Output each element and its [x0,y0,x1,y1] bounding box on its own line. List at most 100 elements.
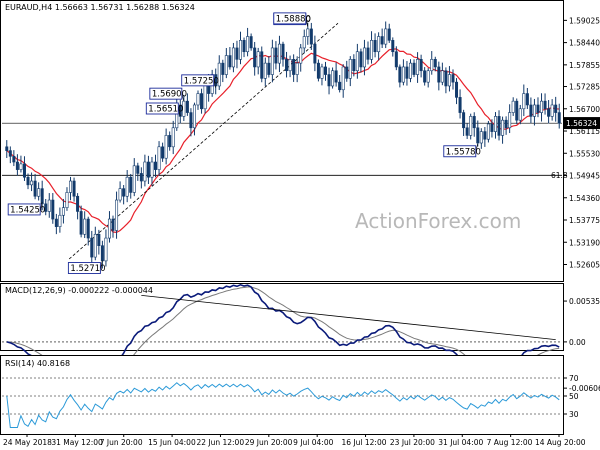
candle-body [22,163,26,178]
time-axis-label: 7 Aug 12:00 [487,438,533,447]
candle-body [536,104,540,113]
candle-body [313,43,317,64]
macd-axis-label: 0.00535 [569,297,600,306]
macd-header: MACD(12,26,9) -0.000222 -0.000044 [5,286,153,295]
annotation-label: 1.55780 [446,147,481,157]
candle-body [19,163,23,170]
candle-body [370,40,374,60]
candle-body [486,123,490,140]
chart-canvas: ActionForex.com 1.588601.588801.569001.5… [0,0,600,447]
time-axis-label: 7 Jun 20:00 [100,438,143,447]
candle-body [398,66,402,83]
candle-body [327,74,331,87]
candle-body [465,127,469,136]
candle-body [115,199,119,231]
candle-body [331,70,335,87]
candle-body [150,161,154,178]
candle-body [69,180,73,193]
candle-body [221,62,225,75]
candle-body [239,40,243,60]
candle-body [192,104,196,129]
candle-body [476,127,480,144]
candle-body [348,59,352,79]
price-axis-label: 1.57285 [569,83,600,92]
candle-body [472,116,476,129]
candle-body [154,161,158,170]
candle-body [104,237,108,262]
candle-body [90,237,94,258]
candle-body [161,146,165,159]
candle-body [504,119,508,129]
candle-body [547,108,551,117]
candle-body [143,161,147,182]
price-header: EURAUD,H4 1.56663 1.56731 1.56288 1.5632… [5,3,195,12]
candle-body [334,70,338,83]
annotation-label: 1.58880 [276,14,311,24]
candle-body [12,156,16,163]
candle-body [281,43,285,60]
candle-body [111,218,115,231]
price-axis-label: 1.54945 [569,172,600,181]
candle-body [525,93,529,106]
candle-body [522,93,526,110]
candle-body [412,62,416,75]
candle-body [373,40,377,53]
candle-body [508,112,512,129]
time-axis-label: 9 Jul 04:00 [293,438,333,447]
candle-body [309,28,313,45]
candle-body [302,36,306,49]
time-axis-label: 15 Jun 04:00 [148,438,196,447]
candle-body [423,70,427,83]
candle-body [295,62,299,75]
annotation-label: 1.57250 [184,76,219,86]
candle-body [83,218,87,235]
candle-body [362,47,366,68]
candle-body [451,74,455,83]
candle-body [51,199,55,220]
annotation-label: 1.56510 [148,105,183,115]
candle-body [405,66,409,79]
price-axis-label: 1.53775 [569,216,600,225]
candle-body [483,131,487,140]
candle-body [518,108,522,121]
candle-body [79,211,83,235]
candle-body [355,51,359,72]
time-axis: 24 May 2018 31 May 12:007 Jun 20:00 15 Jun… [3,434,586,447]
candle-body [76,195,80,212]
annotation-label: 1.52710 [70,264,105,274]
candle-body [200,93,204,110]
time-axis-label: 24 May 2018 [3,438,52,447]
rsi-panel: RSI(14) 40.8168 [0,355,564,435]
time-axis-label: 31 May 12:00 [51,438,103,447]
candle-body [61,207,65,216]
price-axis-label: 1.52605 [569,261,600,270]
candle-body [189,112,193,129]
candle-body [433,59,437,68]
candle-body [146,161,150,178]
time-axis-label: 23 Jul 20:00 [390,438,435,447]
price-panel: ActionForex.com 1.588601.588801.569001.5… [0,0,568,282]
candle-body [550,104,554,117]
rsi-axis-label: 50 [569,392,579,401]
candle-body [285,59,289,72]
candle-body [86,218,90,239]
candle-body [377,36,381,53]
candle-body [419,59,423,72]
candle-body [387,28,391,41]
candle-body [366,47,370,60]
candle-body [263,62,267,79]
candle-body [359,51,363,68]
price-axis: 1.590251.584401.578551.572851.567001.561… [563,16,600,270]
time-axis-label: 14 Aug 20:00 [535,438,586,447]
candle-body [455,81,459,98]
candle-body [100,245,104,262]
current-price-label: 1.56324 [566,119,597,128]
candle-body [242,40,246,53]
candle-body [93,233,97,258]
candle-body [277,43,281,64]
candle-body [171,127,175,148]
price-axis-label: 1.53190 [569,238,600,247]
rsi-axis: 70 50 30 [563,374,579,419]
candle-body [440,70,444,83]
candle-body [529,104,533,117]
